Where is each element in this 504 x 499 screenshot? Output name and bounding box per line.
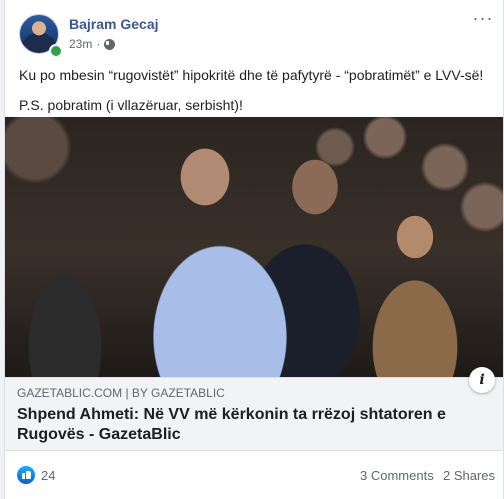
globe-icon[interactable] xyxy=(104,38,116,50)
post-timestamp[interactable]: 23m xyxy=(69,37,92,51)
more-options-icon[interactable]: ··· xyxy=(471,9,495,32)
post-header: Bajram Gecaj 23m · ··· xyxy=(15,9,495,58)
link-preview-image[interactable] xyxy=(5,117,503,377)
info-icon[interactable]: i xyxy=(469,367,495,393)
shares-count-link[interactable]: 2 Shares xyxy=(443,468,495,483)
like-count[interactable]: 24 xyxy=(41,468,55,483)
meta-separator: · xyxy=(96,37,101,51)
like-reaction-icon[interactable] xyxy=(17,466,35,484)
post-card: Bajram Gecaj 23m · ··· Ku po mbesin “rug… xyxy=(4,0,504,499)
post-text-line: Ku po mbesin “rugovistët” hipokritë dhe … xyxy=(19,67,484,83)
author-name[interactable]: Bajram Gecaj xyxy=(69,16,159,32)
online-status-dot xyxy=(49,44,63,58)
reactions-bar: 24 3 Comments 2 Shares xyxy=(5,451,503,499)
link-title[interactable]: Shpend Ahmeti: Në VV më kërkonin ta rrëz… xyxy=(17,405,457,445)
link-domain: GAZETABLIC.COM | BY GAZETABLIC xyxy=(17,386,225,400)
post-text-line: P.S. pobratim (i vllazëruar, serbisht)! xyxy=(19,97,243,113)
comments-count-link[interactable]: 3 Comments xyxy=(360,468,434,483)
link-preview[interactable]: i GAZETABLIC.COM | BY GAZETABLIC Shpend … xyxy=(5,367,503,451)
post-meta: 23m · xyxy=(69,37,116,51)
